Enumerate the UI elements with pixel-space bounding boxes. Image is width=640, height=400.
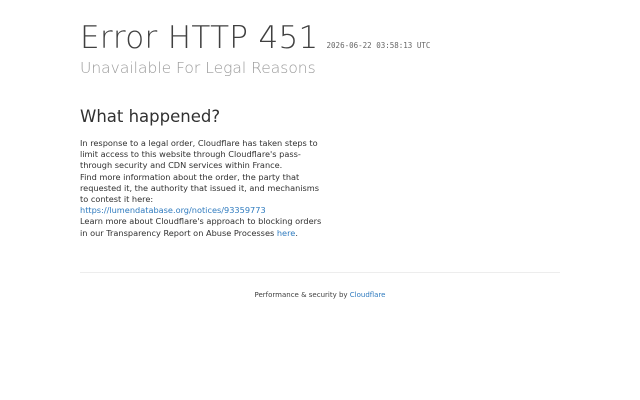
footer-divider (80, 272, 560, 273)
error-title: Error HTTP 451 (80, 20, 319, 56)
cloudflare-link[interactable]: Cloudflare (350, 291, 386, 299)
paragraph-end-period: . (295, 227, 298, 238)
footer-text: Performance & security by (254, 291, 350, 299)
error-header: Error HTTP 451 2026-06-22 03:58:13 UTC U… (80, 18, 560, 78)
section-heading: What happened? (80, 107, 221, 126)
timestamp: 2026-06-22 03:58:13 UTC (326, 41, 431, 50)
what-happened-section: What happened? In response to a legal or… (80, 106, 325, 239)
error-page: Error HTTP 451 2026-06-22 03:58:13 UTC U… (0, 0, 640, 400)
error-subtitle: Unavailable For Legal Reasons (80, 59, 316, 77)
paragraph-more-info: Find more information about the order, t… (80, 171, 320, 205)
footer: Performance & security by Cloudflare (0, 291, 640, 299)
transparency-report-link[interactable]: here (277, 228, 295, 238)
explanation-text: In response to a legal order, Cloudflare… (80, 138, 325, 239)
title-row: Error HTTP 451 2026-06-22 03:58:13 UTC (80, 18, 560, 58)
paragraph-legal-order: In response to a legal order, Cloudflare… (80, 138, 318, 171)
lumen-notice-link[interactable]: https://lumendatabase.org/notices/933597… (80, 205, 266, 215)
